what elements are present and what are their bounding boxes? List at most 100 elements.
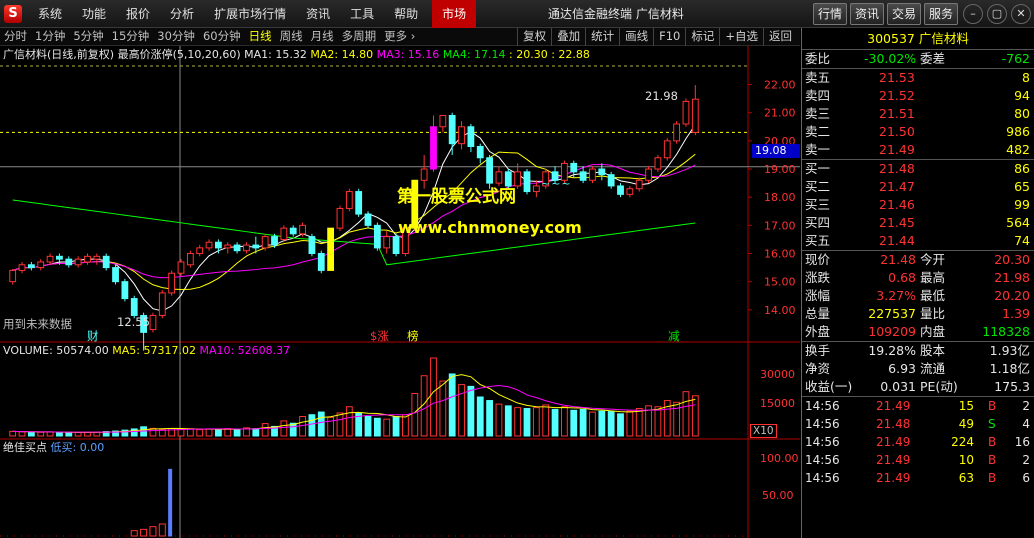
volume-bar	[37, 431, 45, 437]
buy-indicator-title: 绝佳买点	[3, 441, 47, 454]
volume-bar	[215, 429, 222, 437]
period-tab-9[interactable]: 多周期	[338, 28, 381, 46]
tick-count: 2	[1022, 453, 1030, 467]
ask-level-row[interactable]: 卖三 21.51 80	[802, 105, 1034, 123]
volume-bar	[439, 380, 447, 437]
candle-body	[589, 168, 596, 181]
period-tab-2[interactable]: 5分钟	[69, 28, 107, 46]
menu-item-3[interactable]: 分析	[160, 0, 204, 28]
menu-item-market[interactable]: 市场	[432, 0, 477, 28]
volume-bar	[551, 408, 559, 437]
tick-list[interactable]: 14:56 21.49 15 B 2 14:56 21.48 49 S 4 14:56 21.49 22…	[802, 397, 1034, 487]
ask-level-row[interactable]: 卖四 21.52 94	[802, 87, 1034, 105]
bid-level-row[interactable]: 买一 21.48 86	[802, 160, 1034, 178]
stat-value: 1.18亿	[989, 361, 1030, 376]
kline-chart-svg[interactable]: 22.0021.0020.0019.0018.0017.0016.0015.00…	[0, 46, 800, 538]
candle	[383, 230, 391, 254]
minimize-icon[interactable]: –	[963, 4, 983, 24]
ask-level-row[interactable]: 卖二 21.50 986	[802, 123, 1034, 141]
period-tab-8[interactable]: 月线	[307, 28, 338, 46]
vol-unit: X10	[750, 424, 777, 438]
top-button-0[interactable]: 行情	[813, 3, 848, 25]
menu-item-0[interactable]: 系统	[28, 0, 72, 28]
tool-button-0[interactable]: 复权	[517, 28, 551, 46]
ma1-value: MA1: 15.32	[244, 48, 307, 61]
volume-bar	[467, 385, 475, 437]
bid-level-row[interactable]: 买四 21.45 564	[802, 214, 1034, 232]
bid-level-volume: 564	[1006, 215, 1030, 230]
period-tab-5[interactable]: 60分钟	[199, 28, 245, 46]
volume-bar	[364, 416, 372, 437]
volume-bar	[74, 431, 82, 437]
marker-jian: 减	[668, 329, 680, 343]
price-axis: 22.0021.0020.0019.0018.0017.0016.0015.00…	[748, 79, 796, 317]
period-tab-4[interactable]: 30分钟	[153, 28, 199, 46]
period-tab-10[interactable]: 更多 ›	[380, 28, 419, 46]
menu-item-6[interactable]: 工具	[340, 0, 384, 28]
tool-button-2[interactable]: 统计	[585, 28, 619, 46]
top-button-1[interactable]: 资讯	[850, 3, 885, 25]
ask-level-label: 卖二	[805, 124, 831, 139]
candle-body	[467, 126, 475, 147]
close-icon[interactable]: ✕	[1011, 4, 1031, 24]
candle	[18, 261, 26, 274]
tick-side: B	[988, 453, 997, 467]
volume-bar	[523, 408, 531, 437]
candle	[691, 85, 699, 136]
volume-bar	[673, 401, 681, 437]
candle-body	[84, 255, 91, 263]
candle-body	[532, 185, 540, 193]
buy-point-bar	[149, 526, 157, 537]
vol-ma10-value: MA10: 52608.37	[199, 344, 291, 357]
price-axis-label: 22.00	[764, 79, 796, 92]
ask-level-row[interactable]: 卖五 21.53 8	[802, 69, 1034, 87]
top-button-3[interactable]: 服务	[924, 3, 959, 25]
candle-body	[280, 227, 288, 240]
buy-info-line: 绝佳买点 低买: 0.00	[3, 441, 104, 455]
volume-bars	[9, 357, 699, 437]
tool-button-1[interactable]: 叠加	[551, 28, 585, 46]
tool-button-7[interactable]: 返回	[763, 28, 797, 46]
top-button-2[interactable]: 交易	[887, 3, 922, 25]
menu-item-5[interactable]: 资讯	[296, 0, 340, 28]
candle	[373, 222, 381, 251]
candle	[102, 253, 110, 271]
stat-label: 外盘	[805, 324, 831, 339]
menu-item-7[interactable]: 帮助	[384, 0, 428, 28]
candle-body	[355, 191, 363, 215]
bid-level-price: 21.47	[879, 179, 915, 194]
menu-item-2[interactable]: 报价	[116, 0, 160, 28]
tool-button-3[interactable]: 画线	[619, 28, 653, 46]
ask-level-row[interactable]: 卖一 21.49 482	[802, 141, 1034, 159]
tool-button-4[interactable]: F10	[653, 28, 685, 46]
candle	[355, 188, 363, 217]
tool-button-6[interactable]: +自选	[719, 28, 763, 46]
candle	[635, 177, 643, 192]
bid-level-row[interactable]: 买二 21.47 65	[802, 178, 1034, 196]
tick-count: 2	[1022, 399, 1030, 413]
indicator-name[interactable]: 最高价涨停(5,10,20,60)	[118, 48, 241, 61]
tick-count: 4	[1022, 417, 1030, 431]
tool-button-5[interactable]: 标记	[685, 28, 719, 46]
volume-bar	[27, 431, 35, 437]
bid-level-row[interactable]: 买三 21.46 99	[802, 196, 1034, 214]
period-tab-0[interactable]: 分时	[0, 28, 31, 46]
candle-body	[158, 292, 166, 316]
menu-item-1[interactable]: 功能	[72, 0, 116, 28]
ask-level-price: 21.49	[879, 142, 915, 157]
bid-level-row[interactable]: 买五 21.44 74	[802, 232, 1034, 250]
period-tab-3[interactable]: 15分钟	[108, 28, 154, 46]
candle-body	[691, 98, 699, 133]
volume-bar	[514, 407, 522, 437]
maximize-icon[interactable]: ▢	[987, 4, 1007, 24]
menu-item-4[interactable]: 扩展市场行情	[204, 0, 296, 28]
tick-time: 14:56	[805, 471, 840, 485]
buy-point-bar	[140, 528, 148, 537]
candle-body	[373, 224, 381, 249]
kline-chart-area[interactable]: 22.00 21.00 20.00 19.00 18.00 17.00 16.00 15.00…	[0, 46, 800, 538]
period-tab-1[interactable]: 1分钟	[31, 28, 69, 46]
volume-bar	[196, 429, 204, 437]
period-tab-7[interactable]: 周线	[276, 28, 307, 46]
volume-bar	[46, 431, 54, 437]
period-tab-6[interactable]: 日线	[245, 28, 276, 46]
